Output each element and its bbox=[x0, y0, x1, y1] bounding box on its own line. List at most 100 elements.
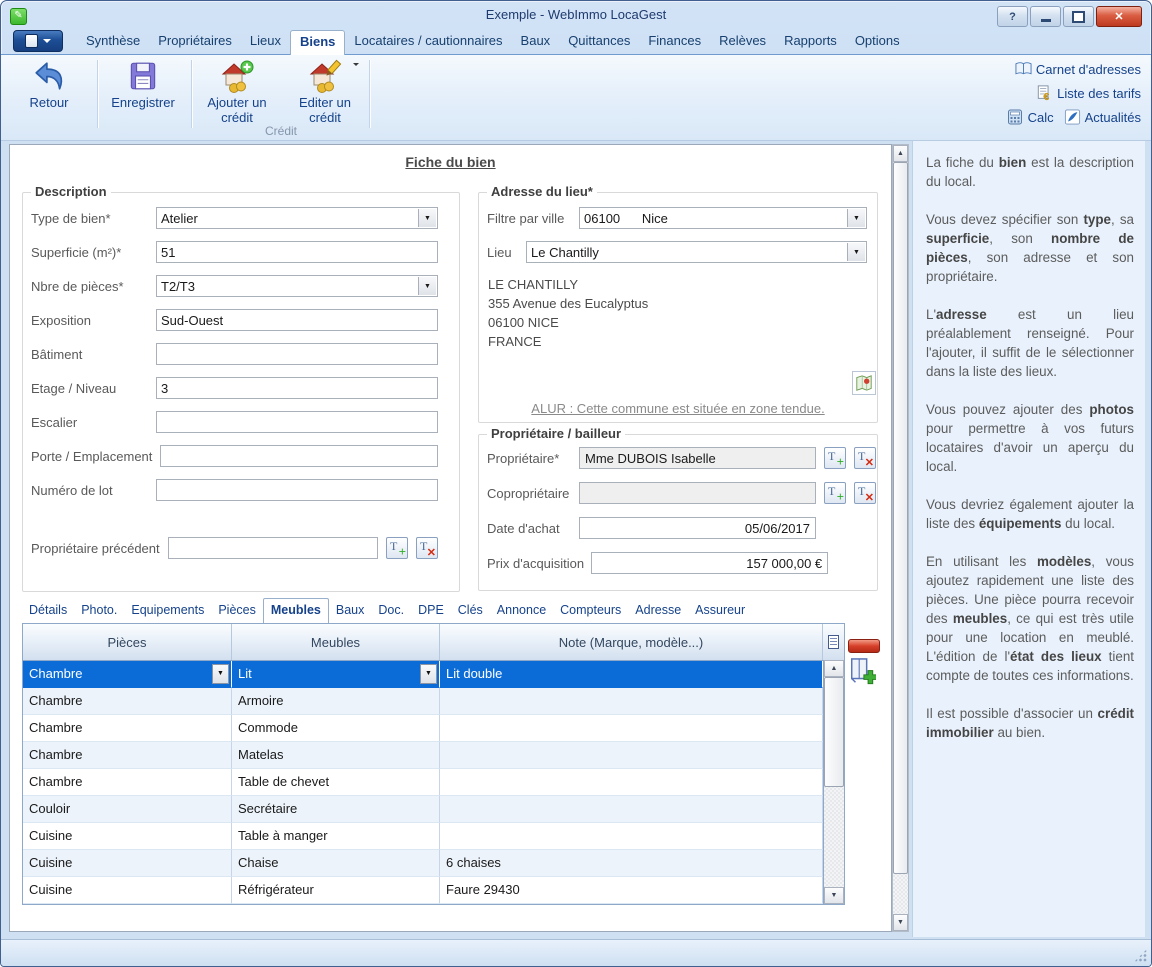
cell-note[interactable] bbox=[440, 742, 823, 769]
input-exposition[interactable]: Sud-Ouest bbox=[156, 309, 438, 331]
cell-meuble[interactable]: Lit▼ bbox=[232, 661, 440, 688]
calc-button[interactable]: Calc bbox=[1007, 109, 1054, 125]
minimize-button[interactable] bbox=[1030, 6, 1061, 27]
cell-piece[interactable]: Chambre bbox=[23, 742, 232, 769]
delete-row-button[interactable] bbox=[848, 639, 880, 653]
cell-meuble[interactable]: Secrétaire bbox=[232, 796, 440, 823]
cell-note[interactable]: 6 chaises bbox=[440, 850, 823, 877]
cell-meuble[interactable]: Armoire bbox=[232, 688, 440, 715]
table-row[interactable]: ChambreMatelas bbox=[23, 742, 844, 769]
menu-tab-biens[interactable]: Biens bbox=[290, 30, 345, 55]
input-propri-taire-pr-c-dent[interactable] bbox=[168, 537, 378, 559]
input-copropri-taire[interactable] bbox=[579, 482, 816, 504]
cell-note[interactable] bbox=[440, 823, 823, 850]
scroll-down-button[interactable]: ▼ bbox=[824, 887, 844, 904]
map-button[interactable] bbox=[852, 371, 876, 395]
table-row[interactable]: CouloirSecrétaire bbox=[23, 796, 844, 823]
tab-baux[interactable]: Baux bbox=[329, 599, 372, 621]
table-row[interactable]: Chambre▼Lit▼Lit double bbox=[23, 661, 844, 688]
input-num-ro-de-lot[interactable] bbox=[156, 479, 438, 501]
select-nbre-de-pi-ces[interactable]: T2/T3▼ bbox=[156, 275, 438, 297]
cell-note[interactable]: Faure 29430 bbox=[440, 877, 823, 904]
table-row[interactable]: CuisineChaise6 chaises bbox=[23, 850, 844, 877]
cell-piece[interactable]: Chambre bbox=[23, 688, 232, 715]
cell-piece[interactable]: Cuisine bbox=[23, 850, 232, 877]
menu-tab-rel-ves[interactable]: Relèves bbox=[710, 30, 775, 54]
tab-compteurs[interactable]: Compteurs bbox=[553, 599, 628, 621]
menu-tab-baux[interactable]: Baux bbox=[512, 30, 560, 54]
news-button[interactable]: Actualités bbox=[1064, 109, 1141, 125]
propri-taire-add-person-button[interactable]: T+ bbox=[824, 447, 846, 469]
menu-tab-rapports[interactable]: Rapports bbox=[775, 30, 846, 54]
table-scrollbar[interactable]: ▲ ▼ bbox=[823, 660, 844, 904]
tab-d-tails[interactable]: Détails bbox=[22, 599, 74, 621]
propri-taire-remove-person-button[interactable]: T✕ bbox=[854, 447, 876, 469]
menu-tab-synth-se[interactable]: Synthèse bbox=[77, 30, 149, 54]
input-propri-taire[interactable]: Mme DUBOIS Isabelle bbox=[579, 447, 816, 469]
cell-meuble[interactable]: Matelas bbox=[232, 742, 440, 769]
cell-meuble[interactable]: Commode bbox=[232, 715, 440, 742]
menu-tab-propri-taires[interactable]: Propriétaires bbox=[149, 30, 241, 54]
city-filter-select[interactable]: 06100 Nice ▼ bbox=[579, 207, 867, 229]
tab-doc[interactable]: Doc. bbox=[371, 599, 411, 621]
menu-tab-locataires-cautionnaires[interactable]: Locataires / cautionnaires bbox=[345, 30, 511, 54]
input-prix-d-acquisition[interactable]: 157 000,00 € bbox=[591, 552, 828, 574]
tab-meubles[interactable]: Meubles bbox=[263, 598, 329, 623]
select-type-de-bien[interactable]: Atelier▼ bbox=[156, 207, 438, 229]
cell-piece[interactable]: Couloir bbox=[23, 796, 232, 823]
column-header-pieces[interactable]: Pièces bbox=[23, 624, 232, 660]
edit-credit-button[interactable]: Editer un crédit bbox=[285, 59, 365, 125]
dropdown-arrow-icon[interactable]: ▼ bbox=[420, 664, 437, 684]
dropdown-arrow-icon[interactable]: ▼ bbox=[847, 209, 865, 227]
cell-note[interactable] bbox=[440, 688, 823, 715]
cell-piece[interactable]: Chambre bbox=[23, 769, 232, 796]
add-row-button[interactable] bbox=[848, 657, 876, 687]
cell-meuble[interactable]: Table à manger bbox=[232, 823, 440, 850]
cell-note[interactable] bbox=[440, 796, 823, 823]
table-row[interactable]: ChambreCommode bbox=[23, 715, 844, 742]
column-header-note[interactable]: Note (Marque, modèle...) bbox=[440, 624, 823, 660]
address-book-button[interactable]: Carnet d'adresses bbox=[1015, 61, 1141, 77]
place-select[interactable]: Le Chantilly ▼ bbox=[526, 241, 867, 263]
maximize-button[interactable] bbox=[1063, 6, 1094, 27]
tab-assureur[interactable]: Assureur bbox=[688, 599, 752, 621]
tariff-list-button[interactable]: € Liste des tarifs bbox=[1036, 85, 1141, 101]
cell-meuble[interactable]: Chaise bbox=[232, 850, 440, 877]
cell-meuble[interactable]: Réfrigérateur bbox=[232, 877, 440, 904]
cell-note[interactable] bbox=[440, 769, 823, 796]
input-date-d-achat[interactable]: 05/06/2017 bbox=[579, 517, 816, 539]
cell-meuble[interactable]: Table de chevet bbox=[232, 769, 440, 796]
scrollbar-thumb[interactable] bbox=[824, 677, 844, 787]
input-b-timent[interactable] bbox=[156, 343, 438, 365]
table-row[interactable]: CuisineTable à manger bbox=[23, 823, 844, 850]
dropdown-arrow-icon[interactable]: ▼ bbox=[212, 664, 229, 684]
cell-note[interactable]: Lit double bbox=[440, 661, 823, 688]
menu-tab-options[interactable]: Options bbox=[846, 30, 909, 54]
cell-note[interactable] bbox=[440, 715, 823, 742]
dropdown-arrow-icon[interactable]: ▼ bbox=[418, 209, 436, 227]
scrollbar-thumb[interactable] bbox=[893, 162, 908, 874]
panel-scrollbar[interactable]: ▲ ▼ bbox=[892, 144, 909, 932]
cell-piece[interactable]: Chambre▼ bbox=[23, 661, 232, 688]
back-button[interactable]: Retour bbox=[7, 59, 91, 110]
help-button[interactable]: ? bbox=[997, 6, 1028, 27]
menu-tab-lieux[interactable]: Lieux bbox=[241, 30, 290, 54]
tab-pi-ces[interactable]: Pièces bbox=[211, 599, 263, 621]
input-porte-emplacement[interactable] bbox=[160, 445, 438, 467]
tab-equipements[interactable]: Equipements bbox=[124, 599, 211, 621]
tab-cl-s[interactable]: Clés bbox=[451, 599, 490, 621]
propri-taire-pr-c-dent-add-person-button[interactable]: T+ bbox=[386, 537, 408, 559]
tab-photo[interactable]: Photo. bbox=[74, 599, 124, 621]
dropdown-arrow-icon[interactable]: ▼ bbox=[418, 277, 436, 295]
add-credit-button[interactable]: Ajouter un crédit bbox=[197, 59, 277, 125]
save-button[interactable]: Enregistrer bbox=[101, 59, 185, 110]
cell-piece[interactable]: Cuisine bbox=[23, 877, 232, 904]
tab-adresse[interactable]: Adresse bbox=[628, 599, 688, 621]
dropdown-arrow-icon[interactable]: ▼ bbox=[847, 243, 865, 261]
column-header-meubles[interactable]: Meubles bbox=[232, 624, 440, 660]
scroll-up-button[interactable]: ▲ bbox=[824, 660, 844, 677]
cell-piece[interactable]: Cuisine bbox=[23, 823, 232, 850]
table-row[interactable]: CuisineRéfrigérateurFaure 29430 bbox=[23, 877, 844, 904]
scroll-down-button[interactable]: ▼ bbox=[893, 914, 908, 931]
scroll-up-button[interactable]: ▲ bbox=[893, 145, 908, 162]
